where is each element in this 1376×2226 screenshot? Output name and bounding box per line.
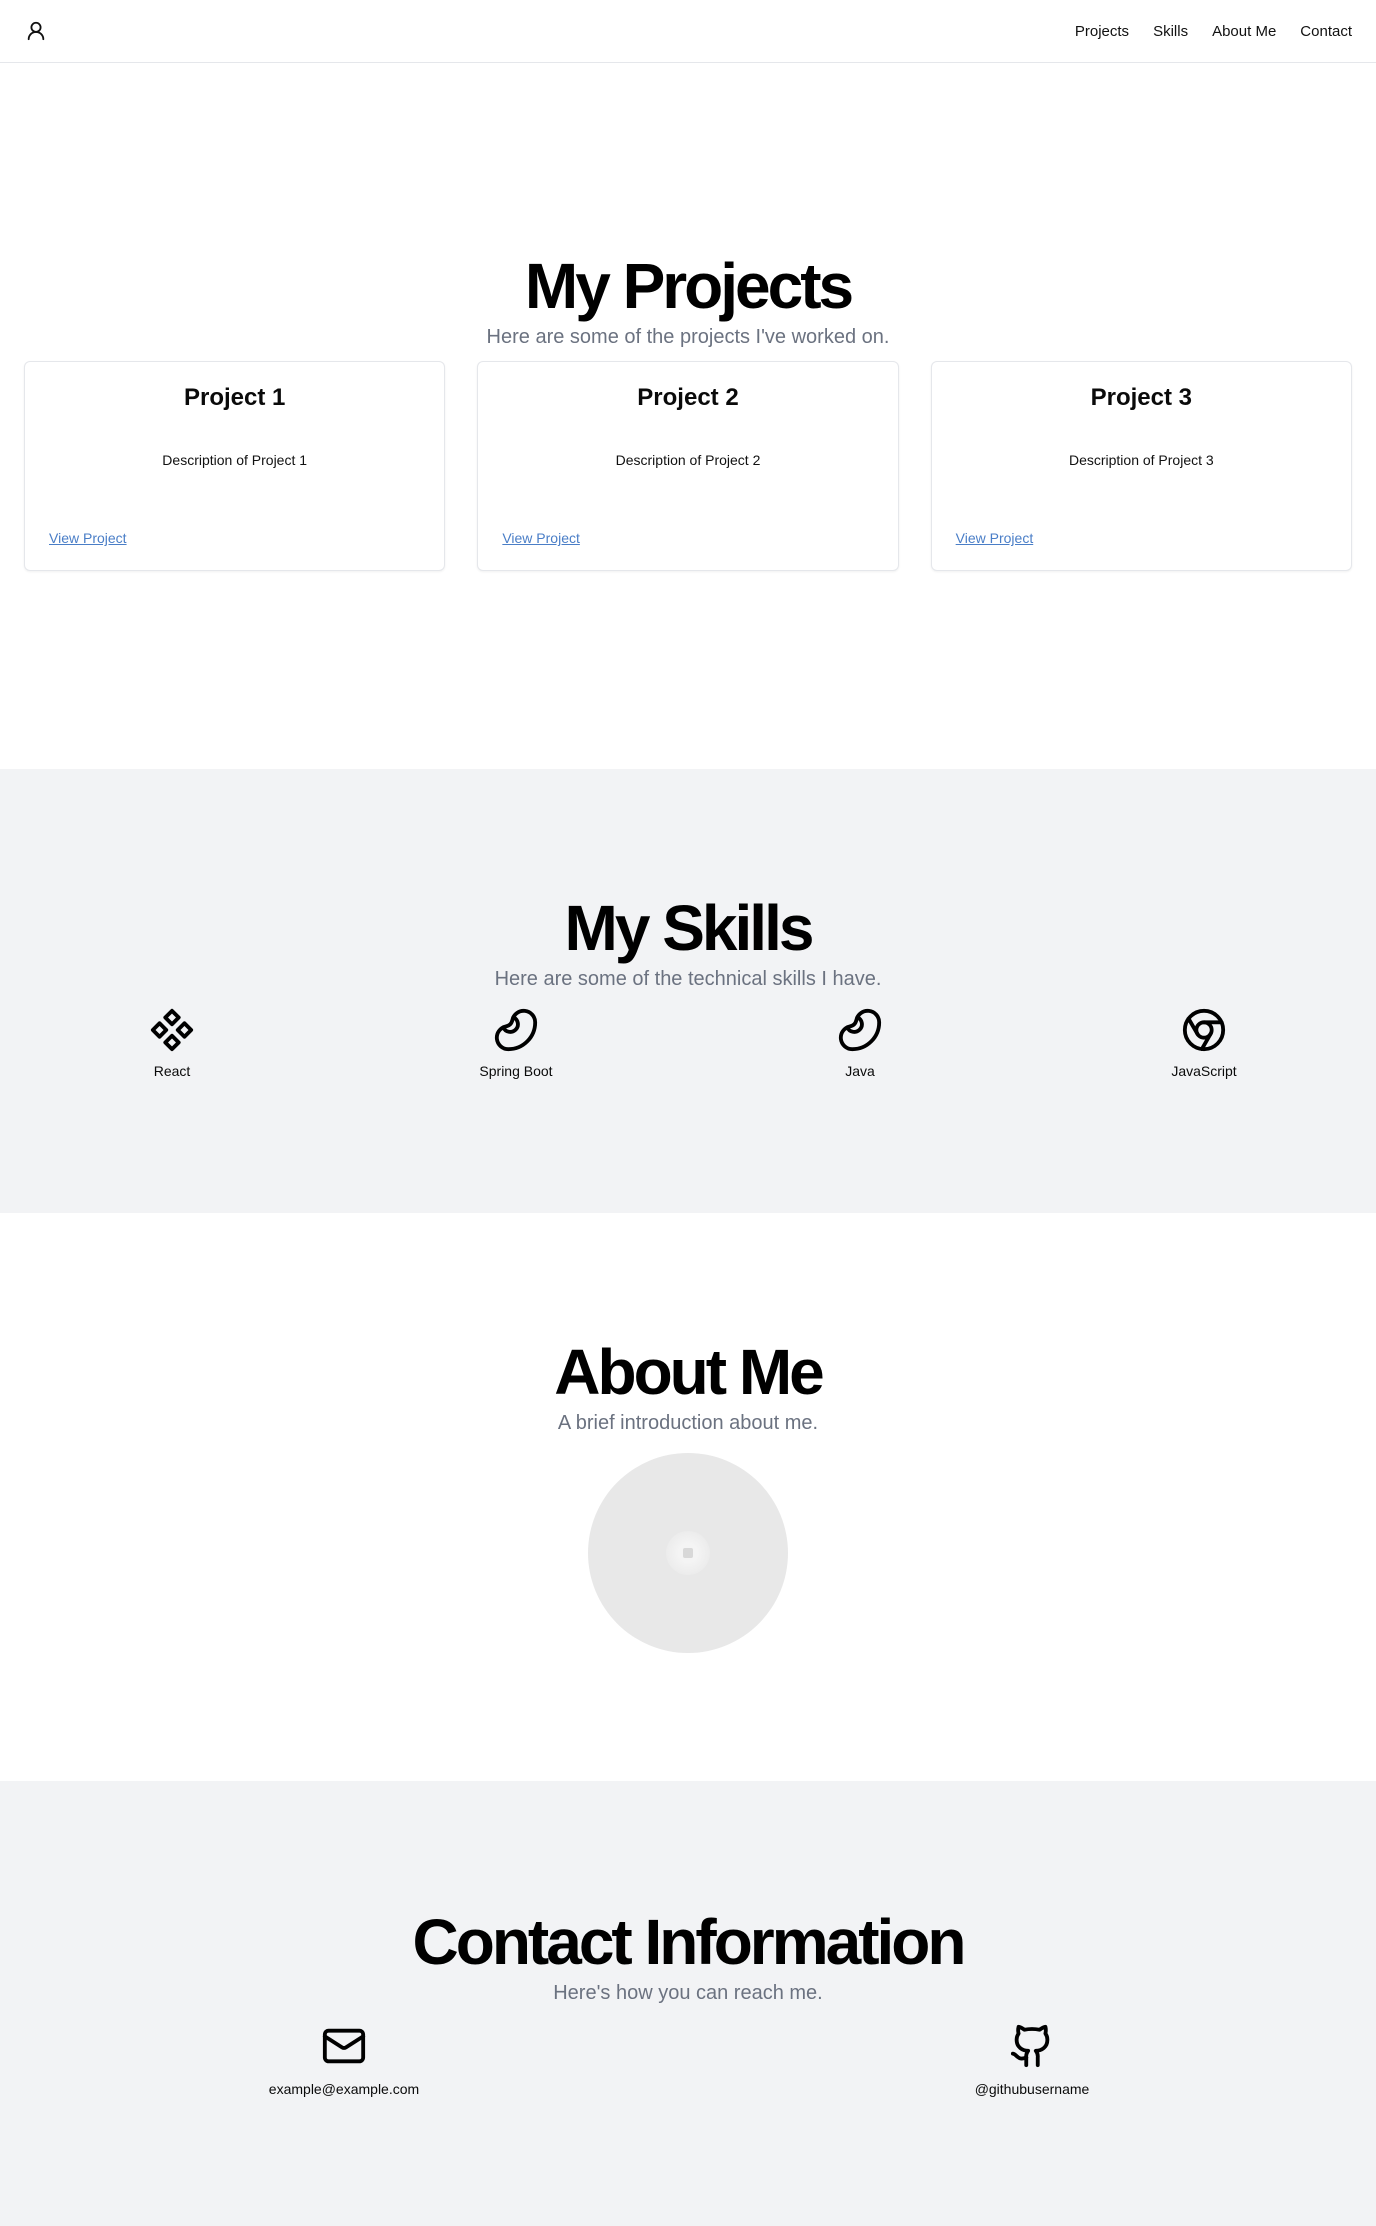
bean-icon [838, 1009, 882, 1052]
bean-icon [494, 1009, 538, 1052]
skills-subtitle: Here are some of the technical skills I … [494, 968, 882, 991]
contact-github[interactable]: @githubusername [688, 2023, 1376, 2097]
skill-item: JavaScript [1032, 1007, 1376, 1079]
skill-label: Spring Boot [479, 1063, 553, 1080]
project-cards: Project 1 Description of Project 1 View … [0, 361, 1376, 572]
image-placeholder-icon [666, 1531, 710, 1576]
skills-list: React Spring Boot Java JavaScript [0, 1007, 1376, 1079]
project-card: Project 2 Description of Project 2 View … [477, 361, 899, 572]
component-icon [150, 1009, 194, 1052]
github-icon [1010, 2025, 1050, 2068]
nav-projects-link[interactable]: Projects [1075, 23, 1129, 40]
github-text: @githubusername [974, 2081, 1090, 2098]
view-project-link[interactable]: View Project [49, 530, 127, 546]
skill-item: Java [688, 1007, 1032, 1079]
view-project-link[interactable]: View Project [956, 530, 1034, 546]
about-subtitle: A brief introduction about me. [557, 1412, 819, 1435]
view-project-link[interactable]: View Project [502, 530, 580, 546]
chrome-icon [1182, 1009, 1226, 1052]
project-description: Description of Project 2 [615, 452, 761, 469]
projects-section: My Projects Here are some of the project… [0, 63, 1376, 769]
contact-subtitle: Here's how you can reach me. [553, 1982, 823, 2005]
project-title: Project 1 [183, 384, 286, 412]
nav-contact-link[interactable]: Contact [1300, 23, 1352, 40]
nav-about-link[interactable]: About Me [1212, 23, 1276, 40]
project-title: Project 2 [637, 384, 739, 412]
skill-label: Java [845, 1063, 875, 1080]
avatar [588, 1453, 788, 1654]
about-section: About Me A brief introduction about me. [0, 1213, 1376, 1781]
site-header: Projects Skills About Me Contact [0, 0, 1376, 63]
skill-item: Spring Boot [344, 1007, 688, 1079]
project-description: Description of Project 3 [1068, 452, 1214, 469]
contact-list: example@example.com @githubusername [0, 2023, 1376, 2097]
skill-item: React [0, 1007, 344, 1079]
project-title: Project 3 [1090, 384, 1193, 412]
project-card: Project 1 Description of Project 1 View … [24, 361, 446, 572]
email-text: example@example.com [268, 2081, 420, 2098]
contact-title: Contact Information [412, 1906, 967, 1978]
skills-title: My Skills [564, 892, 815, 964]
project-card: Project 3 Description of Project 3 View … [930, 361, 1352, 572]
skills-section: My Skills Here are some of the technical… [0, 769, 1376, 1213]
nav-skills-link[interactable]: Skills [1153, 23, 1188, 40]
contact-section: Contact Information Here's how you can r… [0, 1781, 1376, 2226]
main-nav: Projects Skills About Me Contact [1075, 23, 1352, 40]
project-description: Description of Project 1 [162, 452, 308, 469]
skill-label: React [153, 1063, 191, 1080]
projects-subtitle: Here are some of the projects I've worke… [486, 326, 890, 349]
contact-email[interactable]: example@example.com [0, 2023, 688, 2097]
projects-title: My Projects [524, 250, 854, 322]
skill-label: JavaScript [1171, 1063, 1237, 1080]
mail-icon [322, 2028, 366, 2064]
user-icon[interactable] [24, 19, 48, 43]
about-title: About Me [554, 1336, 825, 1408]
